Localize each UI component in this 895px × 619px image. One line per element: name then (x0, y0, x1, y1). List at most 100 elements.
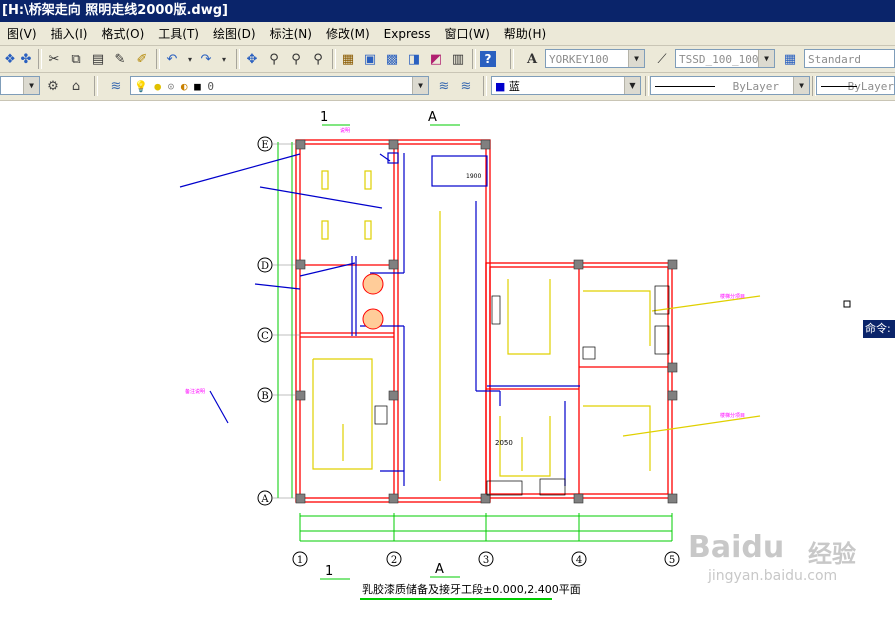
dimension-1900: 1900 (466, 173, 481, 180)
watermark-brand-cn: 经验 (808, 540, 856, 568)
text-style-value: YORKEY100 (549, 53, 609, 66)
separator (332, 49, 336, 69)
chevron-down-icon[interactable]: ▼ (628, 50, 644, 67)
workspace-settings-icon[interactable]: ⚙ (43, 76, 63, 96)
baidu-watermark: Baidu 经验 jingyan.baidu.com (688, 520, 888, 600)
menu-modify[interactable]: 修改(M) (319, 23, 377, 45)
redo-dropdown-icon[interactable]: ▾ (214, 49, 234, 69)
axis-label-3: 3 (483, 555, 489, 566)
axis-label-1: 1 (297, 555, 303, 566)
linetype-select[interactable]: ByLayer ▼ (650, 76, 810, 95)
sheet-set-icon[interactable]: ◨ (404, 49, 424, 69)
menu-draw[interactable]: 绘图(D) (206, 23, 263, 45)
publish-icon[interactable]: ✤ (16, 49, 36, 69)
axis-label-5: 5 (669, 555, 675, 566)
layer-lock-icon: ⊙ (167, 80, 175, 93)
text-style-icon[interactable]: A (522, 49, 542, 69)
separator (94, 76, 98, 96)
layer-value: 0 (207, 80, 214, 93)
annotation-notes: 楼梯分项目 楼梯分项目 备注说明 说明 (185, 127, 745, 419)
tool-palettes-icon[interactable]: ▩ (382, 49, 402, 69)
color-select[interactable]: ■ 蓝 ▼ (491, 76, 641, 95)
section-label-1-bottom: 1 (325, 564, 333, 579)
zoom-realtime-icon[interactable]: ⚲ (264, 49, 284, 69)
pan-icon[interactable]: ✥ (242, 49, 262, 69)
table-style-icon[interactable]: ▦ (780, 49, 800, 69)
color-value: 蓝 (508, 80, 520, 93)
paste-icon[interactable]: ▤ (88, 49, 108, 69)
match-properties-icon[interactable]: ✎ (110, 49, 130, 69)
table-style-select[interactable]: Standard (804, 49, 895, 68)
cut-icon[interactable]: ✂ (44, 49, 64, 69)
undo-icon[interactable]: ↶ (162, 49, 182, 69)
dimension-style-select[interactable]: TSSD_100_100 ▼ (675, 49, 775, 68)
design-center-icon[interactable]: ▣ (360, 49, 380, 69)
block-editor-icon[interactable]: ✐ (132, 49, 152, 69)
make-current-layer-icon[interactable]: ≋ (434, 76, 454, 96)
layer-manager-icon[interactable]: ≋ (106, 76, 126, 96)
axis-label-B: B (261, 391, 268, 402)
zoom-previous-icon[interactable]: ⚲ (308, 49, 328, 69)
layers-properties-toolbar: ▼ ⚙ ⌂ ≋ 💡 ● ⊙ ◐ ■ 0 ▼ ≋ ≋ ■ 蓝 ▼ ByLayer … (0, 73, 895, 101)
table-style-value: Standard (808, 53, 861, 66)
layer-select[interactable]: 💡 ● ⊙ ◐ ■ 0 ▼ (130, 76, 429, 95)
separator (510, 49, 514, 69)
separator (38, 49, 42, 69)
color-swatch-icon: ■ (495, 80, 506, 93)
separator (472, 49, 476, 69)
section-label-1-top: 1 (320, 110, 328, 125)
separator (236, 49, 240, 69)
layer-previous-icon[interactable]: ≋ (456, 76, 476, 96)
window-title: [H:\桥架走向 照明走线2000版.dwg] (2, 3, 228, 18)
lineweight-select[interactable]: ByLayer (816, 76, 895, 95)
markup-icon[interactable]: ◩ (426, 49, 446, 69)
separator (156, 49, 160, 69)
command-label: 命令: (865, 322, 891, 335)
chevron-down-icon[interactable]: ▼ (793, 77, 809, 94)
chevron-down-icon[interactable]: ▼ (23, 77, 39, 94)
menu-insert[interactable]: 插入(I) (44, 23, 95, 45)
menu-tools[interactable]: 工具(T) (151, 23, 206, 45)
menu-help[interactable]: 帮助(H) (497, 23, 553, 45)
menu-dimension[interactable]: 标注(N) (263, 23, 319, 45)
note-top: 说明 (340, 127, 350, 134)
command-line-tab[interactable]: 命令: (863, 320, 895, 338)
chevron-down-icon[interactable]: ▼ (758, 50, 774, 67)
home-icon[interactable]: ⌂ (66, 76, 86, 96)
menu-bar: 图(V) 插入(I) 格式(O) 工具(T) 绘图(D) 标注(N) 修改(M)… (0, 22, 895, 46)
note-upper-right: 楼梯分项目 (720, 293, 745, 300)
axis-label-2: 2 (391, 555, 397, 566)
workspace-select[interactable]: ▼ (0, 76, 40, 95)
linetype-sample (655, 86, 715, 87)
cursor-pickbox (843, 300, 851, 308)
standard-toolbar: ❖ ✤ ✂ ⧉ ▤ ✎ ✐ ↶ ▾ ↷ ▾ ✥ ⚲ ⚲ ⚲ ▦ ▣ ▩ ◨ ◩ … (0, 46, 895, 73)
watermark-url: jingyan.baidu.com (708, 568, 838, 584)
properties-icon[interactable]: ▦ (338, 49, 358, 69)
layer-on-icon: 💡 (134, 80, 148, 93)
layer-color-icon: ■ (194, 80, 201, 93)
text-style-select[interactable]: YORKEY100 ▼ (545, 49, 645, 68)
zoom-window-icon[interactable]: ⚲ (286, 49, 306, 69)
axis-label-D: D (261, 261, 269, 272)
chevron-down-icon[interactable]: ▼ (624, 77, 640, 94)
dimension-2050: 2050 (495, 439, 513, 447)
dimension-style-icon[interactable]: ⟋ (652, 49, 672, 69)
menu-view[interactable]: 图(V) (0, 23, 44, 45)
drawing-title: 乳胶漆质储备及接牙工段±0.000,2.400平面 (362, 582, 581, 596)
axis-label-A: A (260, 494, 269, 505)
linetype-value: ByLayer (732, 80, 779, 93)
calculator-icon[interactable]: ▥ (448, 49, 468, 69)
chevron-down-icon[interactable]: ▼ (412, 77, 428, 94)
redo-icon[interactable]: ↷ (196, 49, 216, 69)
note-lower-right: 楼梯分项目 (720, 412, 745, 419)
separator (645, 76, 649, 96)
menu-window[interactable]: 窗口(W) (438, 23, 497, 45)
layer-freeze-icon: ● (154, 80, 161, 93)
layer-plot-icon: ◐ (180, 80, 188, 93)
copy-icon[interactable]: ⧉ (66, 49, 86, 69)
menu-format[interactable]: 格式(O) (94, 23, 151, 45)
help-icon[interactable]: ? (480, 51, 496, 67)
menu-express[interactable]: Express (377, 23, 438, 45)
lineweight-sample (821, 86, 857, 87)
separator (483, 76, 487, 96)
